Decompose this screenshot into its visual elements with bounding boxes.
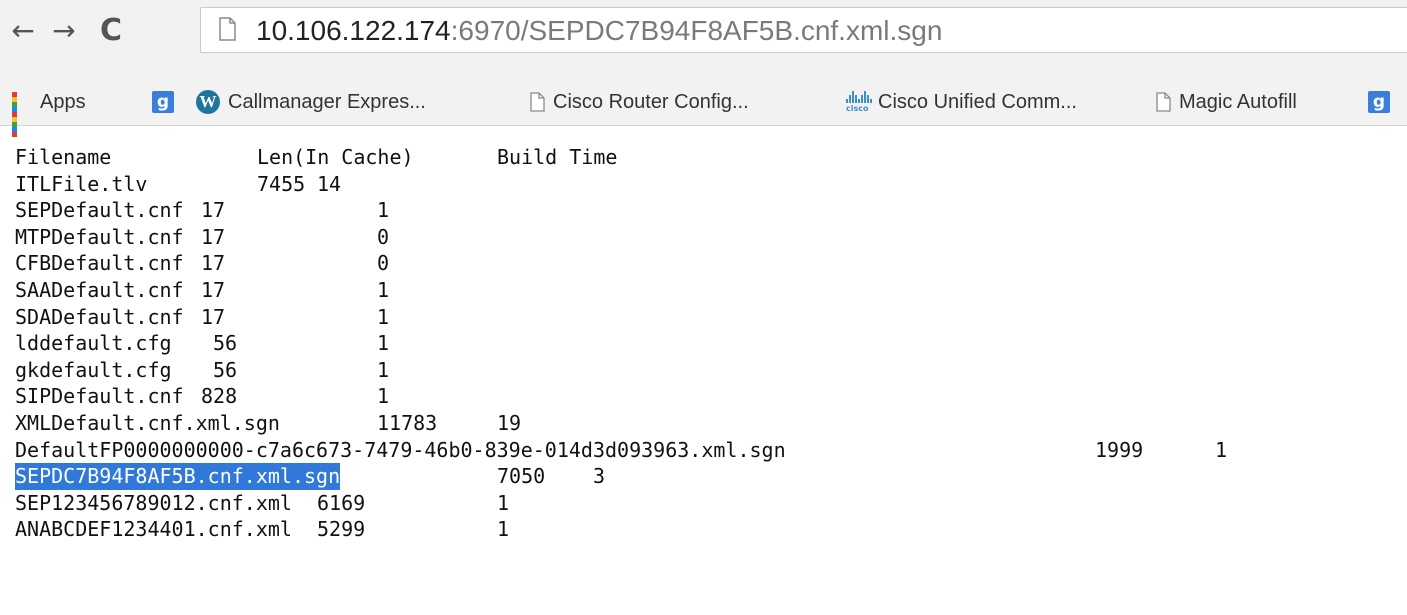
row-build-time: 1	[377, 384, 390, 409]
listing-row: gkdefault.cfg 56 1	[15, 357, 1395, 384]
back-arrow-icon[interactable]: ←	[6, 10, 40, 50]
bookmark-callmanager-express[interactable]: W Callmanager Expres...	[196, 87, 426, 117]
row-build-time: 1	[1215, 437, 1228, 462]
forward-arrow-icon[interactable]: →	[47, 10, 81, 50]
google-plus-icon: g	[152, 91, 174, 113]
listing-row: MTPDefault.cnf 17 0	[15, 224, 1395, 251]
row-len: 17	[201, 198, 226, 223]
listing-row: SEPDefault.cnf 17 1	[15, 197, 1395, 224]
row-build-time: 0	[377, 224, 390, 249]
row-len: 17	[201, 277, 226, 302]
row-filename: SDADefault.cnf	[15, 304, 184, 329]
row-filename: SAADefault.cnf	[15, 277, 184, 302]
row-build-time: 1	[377, 277, 390, 302]
listing-row: SAADefault.cnf 17 1	[15, 277, 1395, 304]
row-len: 56	[213, 357, 238, 382]
row-filename: ITLFile.tlv	[15, 171, 148, 196]
row-filename: XMLDefault.cnf.xml.sgn	[15, 410, 280, 435]
url-text[interactable]: 10.106.122.174:6970/SEPDC7B94F8AF5B.cnf.…	[256, 11, 942, 51]
bookmark-label: Cisco Router Config...	[553, 90, 749, 113]
listing-header: Filename Len(In Cache) Build Time	[15, 144, 1395, 171]
row-len: 7050	[497, 464, 546, 489]
row-filename: SEP123456789012.cnf.xml	[15, 490, 292, 515]
bookmark-cisco-router-config[interactable]: Cisco Router Config...	[530, 87, 749, 117]
row-len: 6169	[317, 490, 366, 515]
cisco-icon: cisco	[846, 91, 872, 113]
row-filename: DefaultFP0000000000-c7a6c673-7479-46b0-8…	[15, 437, 786, 462]
url-host: 10.106.122.174	[256, 15, 451, 46]
row-len: 7455	[257, 171, 306, 196]
wordpress-icon: W	[196, 90, 220, 114]
page-icon	[530, 92, 545, 112]
address-bar[interactable]: 10.106.122.174:6970/SEPDC7B94F8AF5B.cnf.…	[200, 7, 1407, 53]
apps-grid-icon	[12, 92, 32, 137]
row-filename: SEPDefault.cnf	[15, 198, 184, 223]
page-icon	[1156, 92, 1171, 112]
row-filename: MTPDefault.cnf	[15, 224, 184, 249]
bookmark-label: Cisco Unified Comm...	[878, 90, 1077, 113]
listing-row-selected[interactable]: SEPDC7B94F8AF5B.cnf.xml.sgn 7050 3	[15, 463, 1395, 490]
row-len: 17	[201, 304, 226, 329]
row-len: 11783	[377, 410, 438, 435]
bookmarks-bar: Apps g W Callmanager Expres... Cisco Rou…	[0, 78, 1407, 137]
header-build-time: Build Time	[497, 145, 618, 169]
row-len: 56	[213, 331, 238, 356]
listing-row: CFBDefault.cnf 17 0	[15, 250, 1395, 277]
listing-row: SIPDefault.cnf 828 1	[15, 383, 1395, 410]
listing-row: SDADefault.cnf 17 1	[15, 304, 1395, 331]
reload-icon[interactable]: C	[94, 10, 128, 50]
row-filename: lddefault.cfg	[15, 331, 172, 356]
listing-row: DefaultFP0000000000-c7a6c673-7479-46b0-8…	[15, 437, 1395, 464]
row-build-time: 14	[317, 171, 342, 196]
row-filename: ANABCDEF1234401.cnf.xml	[15, 517, 292, 542]
listing-row: ITLFile.tlv 7455 14	[15, 171, 1395, 198]
bookmark-google-plus[interactable]: g	[152, 87, 182, 117]
google-plus-icon: g	[1368, 91, 1390, 113]
row-build-time: 1	[497, 490, 510, 515]
row-build-time: 0	[377, 251, 390, 276]
row-build-time: 19	[497, 410, 522, 435]
row-len: 17	[201, 224, 226, 249]
row-filename[interactable]: SEPDC7B94F8AF5B.cnf.xml.sgn	[15, 463, 341, 490]
row-build-time: 1	[377, 331, 390, 356]
row-filename: CFBDefault.cnf	[15, 251, 184, 276]
header-len: Len(In Cache)	[257, 145, 414, 169]
row-filename: gkdefault.cfg	[15, 357, 172, 382]
bookmark-magic-autofill[interactable]: Magic Autofill	[1156, 87, 1297, 117]
row-len: 17	[201, 251, 226, 276]
row-filename: SIPDefault.cnf	[15, 384, 184, 409]
bookmark-apps[interactable]: Apps	[12, 87, 86, 137]
url-path: :6970/SEPDC7B94F8AF5B.cnf.xml.sgn	[450, 15, 943, 46]
browser-toolbar: ← → C 10.106.122.174:6970/SEPDC7B94F8AF5…	[0, 0, 1407, 78]
row-build-time: 1	[497, 517, 510, 542]
row-len: 828	[201, 384, 238, 409]
listing-row: ANABCDEF1234401.cnf.xml 5299 1	[15, 516, 1395, 543]
bookmark-label: Apps	[40, 90, 86, 113]
row-build-time: 1	[377, 198, 390, 223]
listing-row: lddefault.cfg 56 1	[15, 330, 1395, 357]
row-build-time: 1	[377, 357, 390, 382]
row-len: 5299	[317, 517, 366, 542]
listing-row: SEP123456789012.cnf.xml 6169 1	[15, 490, 1395, 517]
bookmark-cisco-unified-comm[interactable]: cisco Cisco Unified Comm...	[846, 87, 1077, 117]
header-filename: Filename	[15, 145, 112, 169]
bookmark-google-plus-2[interactable]: g	[1368, 87, 1398, 117]
row-build-time: 3	[593, 464, 606, 489]
page-icon	[219, 17, 236, 41]
listing-row: XMLDefault.cnf.xml.sgn 11783 19	[15, 410, 1395, 437]
row-len: 1999	[1095, 437, 1144, 462]
bookmark-label: Callmanager Expres...	[228, 90, 426, 113]
bookmark-label: Magic Autofill	[1179, 90, 1297, 113]
row-build-time: 1	[377, 304, 390, 329]
file-listing: Filename Len(In Cache) Build Time ITLFil…	[15, 144, 1395, 609]
